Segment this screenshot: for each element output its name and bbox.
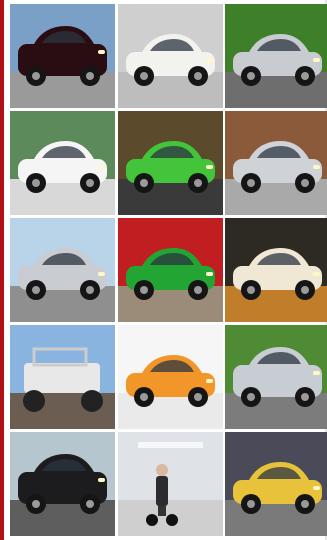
segway-wheel-right: [166, 514, 178, 526]
car-headlight: [98, 165, 105, 169]
thumbnail-image: [118, 218, 223, 322]
car-hubcap-rear: [301, 286, 309, 294]
car-headlight: [206, 272, 213, 276]
car-headlight: [313, 371, 320, 375]
thumbnail-white-off-road-buggy[interactable]: [10, 325, 115, 429]
thumbnail-image: [10, 4, 115, 108]
car-headlight: [206, 379, 213, 383]
thumbnail-image: [225, 4, 327, 108]
car-hubcap-rear: [194, 72, 202, 80]
car-hubcap-rear: [301, 72, 309, 80]
car-hubcap-front: [247, 286, 255, 294]
thumbnail-image: [225, 432, 327, 536]
segway-wheel-left: [146, 514, 158, 526]
thumbnail-image: [225, 325, 327, 429]
thumbnail-dark-red-minivan[interactable]: [10, 4, 115, 108]
thumbnail-silver-hatchback[interactable]: [225, 111, 327, 215]
car-hubcap-front: [140, 179, 148, 187]
thumbnail-green-concept-car-front[interactable]: [118, 111, 223, 215]
thumbnail-image: [225, 111, 327, 215]
car-headlight: [313, 58, 320, 62]
car-hubcap-rear: [86, 286, 94, 294]
thumbnail-image: [225, 218, 327, 322]
thumbnail-white-sedan-in-motion[interactable]: [10, 111, 115, 215]
car-hubcap-front: [247, 179, 255, 187]
ceiling-beam: [138, 442, 203, 448]
car-hubcap-rear: [86, 72, 94, 80]
thumbnail-image: [10, 432, 115, 536]
car-hubcap-rear: [301, 393, 309, 401]
car-hubcap-front: [32, 500, 40, 508]
car-hubcap-front: [140, 72, 148, 80]
car-headlight: [313, 165, 320, 169]
thumbnail-image: [10, 111, 115, 215]
buggy-wheel-rear: [81, 390, 103, 412]
car-headlight: [98, 478, 105, 482]
car-thumbnail-grid: [10, 4, 327, 540]
thumbnail-silver-suv[interactable]: [225, 325, 327, 429]
car-hubcap-rear: [194, 179, 202, 187]
car-headlight: [206, 165, 213, 169]
thumbnail-image: [10, 218, 115, 322]
person-head: [156, 464, 168, 476]
car-headlight: [98, 50, 105, 54]
car-hubcap-rear: [301, 500, 309, 508]
person-body: [156, 476, 168, 506]
thumbnail-image: [118, 111, 223, 215]
car-hubcap-rear: [86, 179, 94, 187]
car-hubcap-front: [140, 393, 148, 401]
car-hubcap-rear: [301, 179, 309, 187]
thumbnail-image: [118, 432, 223, 536]
thumbnail-yellow-taxi-city-street[interactable]: [225, 432, 327, 536]
buggy-frame: [24, 363, 100, 393]
thumbnail-person-on-segway[interactable]: [118, 432, 223, 536]
thumbnail-black-suv[interactable]: [10, 432, 115, 536]
thumbnail-cream-coupe-showroom[interactable]: [225, 218, 327, 322]
car-hubcap-front: [247, 72, 255, 80]
left-accent-bar: [0, 0, 4, 540]
thumbnail-image: [118, 4, 223, 108]
thumbnail-green-hatchback-showroom[interactable]: [118, 218, 223, 322]
car-hubcap-rear: [194, 286, 202, 294]
car-headlight: [206, 58, 213, 62]
car-hubcap-rear: [194, 393, 202, 401]
car-hubcap-front: [32, 286, 40, 294]
buggy-wheel-front: [23, 390, 45, 412]
thumbnail-image: [10, 325, 115, 429]
thumbnail-silver-sedan-parking-lot[interactable]: [10, 218, 115, 322]
car-hubcap-front: [247, 393, 255, 401]
thumbnail-white-two-seat-microcar[interactable]: [118, 4, 223, 108]
thumbnail-orange-concept-coupe[interactable]: [118, 325, 223, 429]
car-headlight: [98, 272, 105, 276]
car-hubcap-front: [32, 179, 40, 187]
car-headlight: [313, 272, 320, 276]
thumbnail-image: [118, 325, 223, 429]
car-hubcap-front: [140, 286, 148, 294]
thumbnail-silver-sports-coupe[interactable]: [225, 4, 327, 108]
segway-stem: [158, 506, 166, 516]
car-hubcap-front: [32, 72, 40, 80]
car-headlight: [313, 486, 320, 490]
car-hubcap-rear: [86, 500, 94, 508]
car-hubcap-front: [247, 500, 255, 508]
